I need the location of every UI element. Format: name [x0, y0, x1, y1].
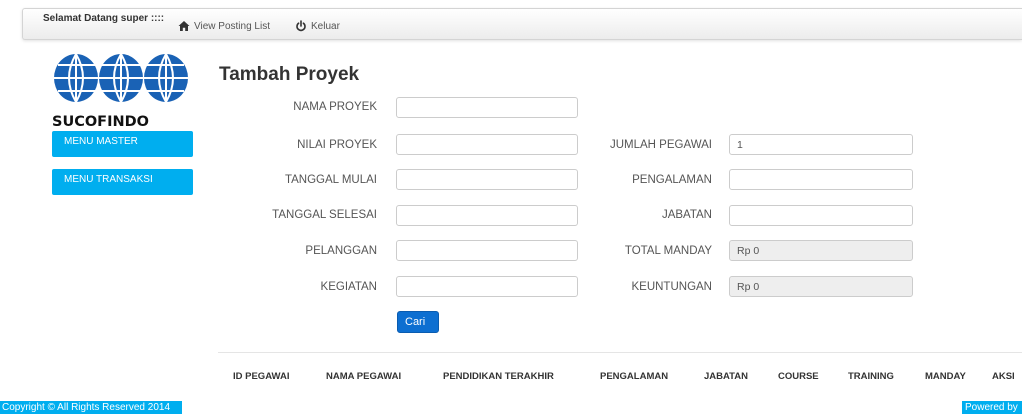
nilai-proyek-label: NILAI PROYEK	[297, 139, 377, 151]
menu-transaksi-label: MENU TRANSAKSI	[64, 174, 153, 185]
home-icon	[178, 21, 190, 31]
th-pendidikan-terakhir: PENDIDIKAN TERAKHIR	[443, 371, 554, 382]
footer-powered-by: Powered by	[962, 401, 1022, 414]
th-manday: MANDAY	[925, 371, 966, 382]
logout-link[interactable]: Keluar	[295, 20, 340, 32]
jumlah-pegawai-label: JUMLAH PEGAWAI	[609, 139, 712, 151]
logout-label: Keluar	[311, 20, 340, 32]
menu-transaksi-button[interactable]: MENU TRANSAKSI	[52, 169, 193, 195]
keuntungan-label: KEUNTUNGAN	[631, 281, 712, 293]
page-title: Tambah Proyek	[219, 64, 360, 85]
total-manday-label: TOTAL MANDAY	[624, 245, 712, 257]
th-jabatan: JABATAN	[704, 371, 748, 382]
th-aksi: AKSI	[992, 371, 1015, 382]
menu-master-button[interactable]: MENU MASTER	[52, 131, 193, 157]
th-nama-pegawai: NAMA PEGAWAI	[326, 371, 402, 382]
jumlah-pegawai-input[interactable]: 1	[729, 134, 913, 155]
total-manday-field: Rp 0	[729, 240, 913, 261]
table-divider	[218, 352, 1022, 353]
tanggal-selesai-label: TANGGAL SELESAI	[272, 209, 377, 221]
keuntungan-field: Rp 0	[729, 276, 913, 297]
pelanggan-label: PELANGGAN	[305, 245, 377, 257]
th-id-pegawai: ID PEGAWAI	[233, 371, 290, 382]
nama-proyek-label: NAMA PROYEK	[293, 101, 377, 113]
cari-button[interactable]: Cari	[397, 311, 439, 333]
menu-master-label: MENU MASTER	[64, 136, 138, 147]
logo-wordmark: SUCOFINDO	[52, 114, 149, 130]
pengalaman-label: PENGALAMAN	[632, 174, 712, 186]
welcome-text: Selamat Datang super ::::	[43, 13, 165, 24]
nama-proyek-input[interactable]	[396, 97, 578, 118]
top-navbar: Selamat Datang super :::: View Posting L…	[22, 8, 1022, 40]
footer-copyright: Copyright © All Rights Reserved 2014	[0, 401, 182, 414]
jabatan-label: JABATAN	[661, 209, 712, 221]
th-pengalaman: PENGALAMAN	[600, 371, 669, 382]
th-training: TRAINING	[848, 371, 894, 382]
tanggal-mulai-label: TANGGAL MULAI	[284, 174, 377, 186]
kegiatan-label: KEGIATAN	[320, 281, 377, 293]
th-course: COURSE	[778, 371, 819, 382]
pengalaman-input[interactable]	[729, 169, 913, 190]
view-posting-list-label: View Posting List	[194, 20, 270, 32]
jabatan-input[interactable]	[729, 205, 913, 226]
view-posting-list-link[interactable]: View Posting List	[178, 20, 270, 32]
power-icon	[296, 20, 306, 32]
